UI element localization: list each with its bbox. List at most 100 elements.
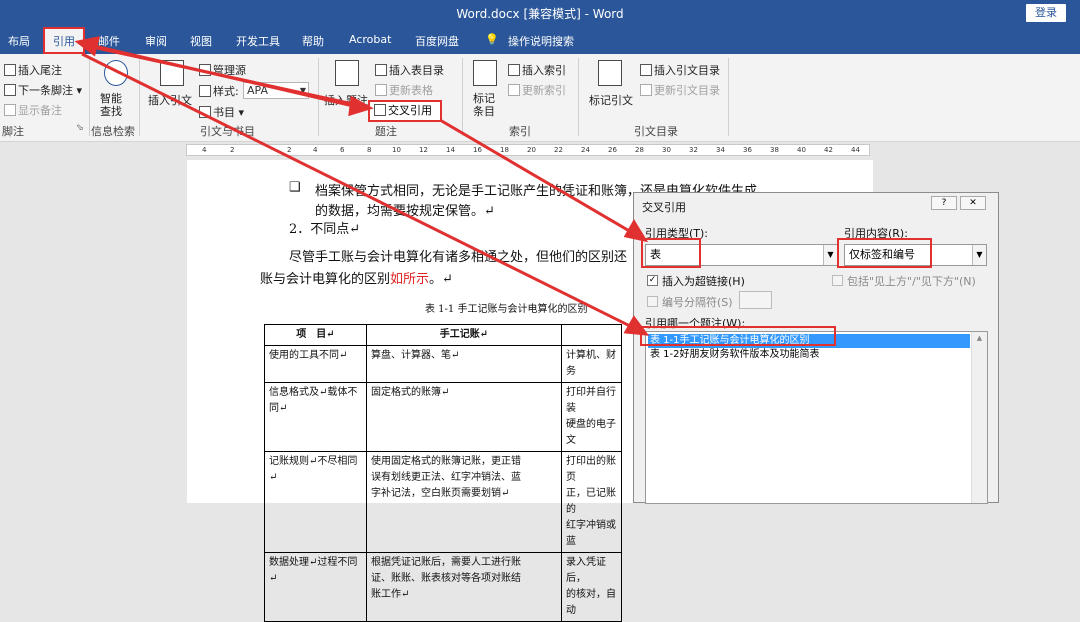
table-cell: 记账规则↵不尽相同↵ [264, 451, 367, 553]
mark-entry-button[interactable]: 标记 条目 [473, 92, 495, 118]
tab-tell-me[interactable]: 操作说明搜索 [508, 33, 574, 49]
listbox-scrollbar[interactable]: ▲ [971, 332, 987, 503]
insert-citation-icon [160, 60, 184, 86]
insert-citation-button[interactable]: 插入引文 [148, 94, 192, 107]
ruler-tick: 4 [202, 146, 207, 154]
ruler-tick: 8 [367, 146, 372, 154]
manage-sources-icon [199, 64, 211, 76]
insert-index-button[interactable]: 插入索引 [508, 62, 566, 78]
update-table-button[interactable]: 更新表格 [375, 82, 433, 98]
tab-review[interactable]: 审阅 [145, 33, 167, 49]
endnote-icon [4, 64, 16, 76]
show-notes-icon [4, 104, 16, 116]
tab-layout[interactable]: 布局 [8, 33, 30, 49]
ruler-tick: 14 [446, 146, 455, 154]
table-row: 使用的工具不同↵ 算盘、计算器、笔↵ 计算机、财务 [264, 345, 622, 383]
ruler-tick: 42 [824, 146, 833, 154]
doc-heading: 2．不同点↵ [289, 222, 361, 237]
insert-toa-icon [640, 64, 652, 76]
table-cell: 使用的工具不同↵ [264, 345, 367, 383]
table-cell: 算盘、计算器、笔↵ [366, 345, 562, 383]
ruler-tick: 16 [473, 146, 482, 154]
ruler-scale: 4 2 2 4 6 8 10 12 14 16 18 20 22 24 26 2… [186, 144, 870, 156]
divider [462, 58, 463, 136]
dialog-title: 交叉引用 [642, 201, 686, 214]
update-table-icon [375, 84, 387, 96]
research-group-label: 信息检索 [91, 125, 135, 138]
smart-lookup-icon [104, 60, 128, 86]
tab-view[interactable]: 视图 [190, 33, 212, 49]
bibliography-button[interactable]: 书目 ▾ [199, 104, 244, 120]
mark-citation-button[interactable]: 标记引文 [589, 94, 633, 107]
window-title: Word.docx [兼容模式] - Word [456, 7, 624, 21]
table-row: 数据处理↵过程不同↵ 根据凭证记账后，需要人工进行账 证、账账、账表核对等各项对… [264, 552, 622, 622]
captions-group-label: 题注 [375, 125, 397, 138]
above-below-label: 包括"见上方"/"见下方"(N) [847, 275, 976, 288]
chevron-down-icon: ▼ [299, 86, 306, 95]
above-below-checkbox[interactable] [832, 275, 843, 286]
ruler-tick: 24 [581, 146, 590, 154]
smart-lookup-button[interactable]: 智能 查找 [100, 92, 122, 118]
table-cell: 计算机、财务 [561, 345, 622, 383]
insert-caption-button[interactable]: 插入题注 [324, 94, 368, 107]
ruler-tick: 22 [554, 146, 563, 154]
manage-sources-button[interactable]: 管理源 [199, 62, 246, 78]
tab-mailings[interactable]: 邮件 [98, 33, 120, 49]
tab-baidu-netdisk[interactable]: 百度网盘 [415, 33, 459, 49]
doc-paragraph-line2: 账与会计电算化的区别如所示。↵ [260, 272, 453, 287]
table-cell: 录入凭证后， 的核对，自动 [561, 552, 622, 622]
update-toa-button[interactable]: 更新引文目录 [640, 82, 720, 98]
ruler-tick: 20 [527, 146, 536, 154]
cross-reference-button[interactable]: 交叉引用 [368, 100, 442, 122]
help-button[interactable]: ? [931, 196, 957, 210]
separator-checkbox[interactable] [647, 296, 658, 307]
ruler-tick: 18 [500, 146, 509, 154]
insert-endnote-button[interactable]: 插入尾注 [4, 62, 62, 78]
update-toa-icon [640, 84, 652, 96]
citation-style-select[interactable]: APA ▼ [243, 82, 309, 99]
lightbulb-icon: 💡 [485, 33, 499, 46]
chevron-down-icon: ▼ [823, 245, 837, 265]
tab-help[interactable]: 帮助 [302, 33, 324, 49]
bibliography-icon [199, 106, 211, 118]
highlight-box [837, 238, 932, 268]
separator-input[interactable] [739, 291, 772, 309]
style-label: 样式: [199, 83, 239, 99]
doc-line: 的数据，均需要按规定保管。↵ [315, 204, 495, 219]
toa-group-label: 引文目录 [634, 125, 678, 138]
tab-acrobat[interactable]: Acrobat [349, 33, 391, 46]
footnotes-group-label: 脚注 [2, 125, 24, 138]
table-cell: 信息格式及↵载体不同↵ [264, 382, 367, 452]
next-footnote-button[interactable]: 下一条脚注 ▾ [4, 82, 82, 98]
update-index-button[interactable]: 更新索引 [508, 82, 566, 98]
hyperlink-checkbox[interactable]: ✓ [647, 275, 658, 286]
table-header-cell: 项 目↵ [264, 324, 367, 346]
ruler-tick: 6 [340, 146, 345, 154]
table-cell: 数据处理↵过程不同↵ [264, 552, 367, 622]
insert-table-of-figures-button[interactable]: 插入表目录 [375, 62, 444, 78]
footnotes-dialog-launcher-icon[interactable]: ⬂ [76, 123, 84, 133]
ruler-tick: 12 [419, 146, 428, 154]
ruler-tick: 10 [392, 146, 401, 154]
caption-listbox[interactable]: 表 1-1手工记账与会计电算化的区别 表 1-2好朋友财务软件版本及功能简表 ▲ [645, 331, 988, 504]
horizontal-ruler[interactable]: 4 2 2 4 6 8 10 12 14 16 18 20 22 24 26 2… [0, 142, 1080, 158]
show-notes-button[interactable]: 显示备注 [4, 102, 62, 118]
separator-label: 编号分隔符(S) [662, 296, 733, 309]
ruler-tick: 36 [743, 146, 752, 154]
list-item[interactable]: 表 1-2好朋友财务软件版本及功能简表 [648, 348, 822, 362]
mark-entry-icon [473, 60, 497, 86]
ruler-tick: 34 [716, 146, 725, 154]
next-footnote-icon [4, 84, 16, 96]
table-cell: 根据凭证记账后，需要人工进行账 证、账账、账表核对等各项对账结 账工作↵ [366, 552, 562, 622]
comparison-table: 项 目↵ 手工记账↵ 使用的工具不同↵ 算盘、计算器、笔↵ 计算机、财务 信息格… [264, 324, 622, 622]
close-button[interactable]: ✕ [960, 196, 986, 210]
insert-caption-icon [335, 60, 359, 86]
tab-developer[interactable]: 开发工具 [236, 33, 280, 49]
highlight-box [641, 238, 701, 268]
divider [89, 58, 90, 136]
scroll-up-icon[interactable]: ▲ [972, 334, 987, 342]
login-button[interactable]: 登录 [1026, 4, 1066, 22]
index-group-label: 索引 [509, 125, 531, 138]
table-header-row: 项 目↵ 手工记账↵ [264, 324, 622, 346]
insert-toa-button[interactable]: 插入引文目录 [640, 62, 720, 78]
